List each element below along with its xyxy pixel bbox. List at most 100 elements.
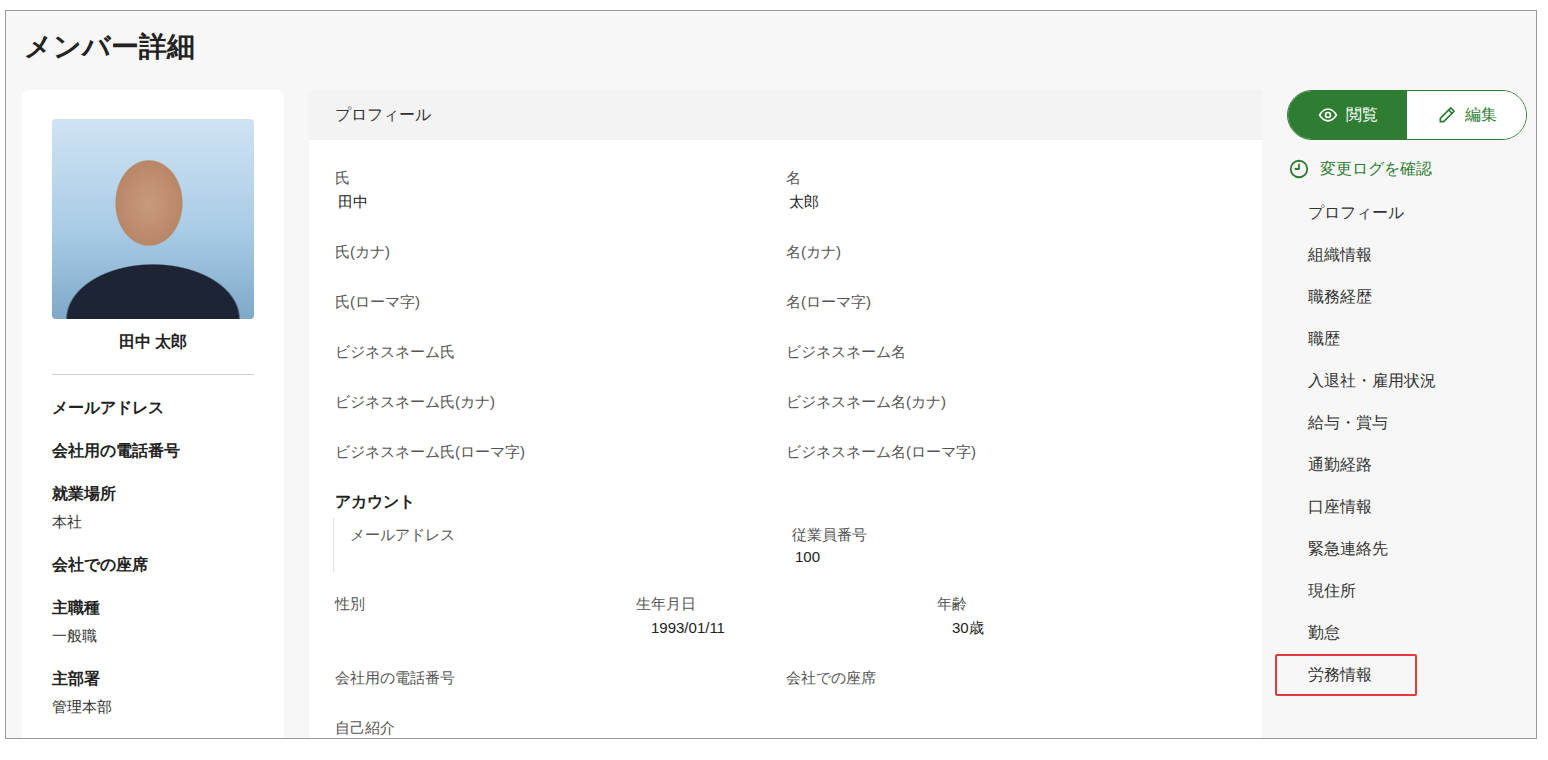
card-field: 就業場所本社 bbox=[52, 483, 254, 533]
card-field: 会社での座席 bbox=[52, 554, 254, 576]
view-edit-toggle: 閲覧 編集 bbox=[1287, 90, 1527, 140]
field-value: 田中 bbox=[335, 190, 786, 214]
field-label: 自己紹介 bbox=[335, 716, 1236, 739]
change-log-link[interactable]: 変更ログを確認 bbox=[1288, 157, 1527, 181]
account-title: アカウント bbox=[335, 490, 1236, 514]
field-label: 氏(ローマ字) bbox=[335, 290, 786, 314]
field-label: メールアドレス bbox=[350, 524, 792, 546]
profile-field: 名太郎 bbox=[786, 166, 1236, 240]
card-field-value: 管理本部 bbox=[52, 696, 254, 718]
profile-row: ビジネスネーム氏ビジネスネーム名 bbox=[335, 340, 1236, 390]
field-label: 従業員番号 bbox=[792, 524, 1236, 546]
field-label: 性別 bbox=[335, 592, 636, 616]
profile-body: 氏田中名太郎氏(カナ)名(カナ)氏(ローマ字)名(ローマ字)ビジネスネーム氏ビジ… bbox=[309, 140, 1262, 739]
profile-field: 氏(カナ) bbox=[335, 240, 786, 290]
field-value: 30歳 bbox=[937, 616, 1236, 640]
card-field: 主部署管理本部 bbox=[52, 668, 254, 718]
member-photo bbox=[52, 119, 254, 319]
profile-row: 氏(ローマ字)名(ローマ字) bbox=[335, 290, 1236, 340]
card-field-label: メールアドレス bbox=[52, 397, 254, 419]
account-box: メールアドレス従業員番号100 bbox=[333, 518, 1236, 572]
profile-field: 自己紹介 bbox=[335, 716, 1236, 739]
profile-field: 氏田中 bbox=[335, 166, 786, 240]
profile-row: 氏田中名太郎 bbox=[335, 166, 1236, 240]
page-title: メンバー詳細 bbox=[6, 11, 1536, 65]
member-name: 田中 太郎 bbox=[52, 331, 254, 353]
nav-item[interactable]: 口座情報 bbox=[1275, 486, 1417, 528]
field-label: ビジネスネーム名 bbox=[786, 340, 1236, 364]
card-field-value: 本社 bbox=[52, 511, 254, 533]
field-label: ビジネスネーム名(ローマ字) bbox=[786, 440, 1236, 464]
field-label: ビジネスネーム氏(カナ) bbox=[335, 390, 786, 414]
card-field-label: 会社での座席 bbox=[52, 554, 254, 576]
profile-header: プロフィール bbox=[309, 90, 1262, 140]
profile-field: ビジネスネーム名(ローマ字) bbox=[786, 440, 1236, 490]
profile-field: ビジネスネーム氏(カナ) bbox=[335, 390, 786, 440]
nav-item[interactable]: 労務情報 bbox=[1275, 654, 1417, 696]
profile-field: 性別 bbox=[335, 592, 636, 666]
card-field: 主職種一般職 bbox=[52, 597, 254, 647]
field-label: 会社用の電話番号 bbox=[335, 666, 786, 690]
profile-field: 従業員番号100 bbox=[792, 524, 1236, 568]
profile-row: 性別生年月日1993/01/11年齢30歳 bbox=[335, 592, 1236, 666]
nav-item[interactable]: 緊急連絡先 bbox=[1275, 528, 1417, 570]
eye-icon bbox=[1318, 105, 1338, 125]
field-label: ビジネスネーム氏(ローマ字) bbox=[335, 440, 786, 464]
member-detail-page: メンバー詳細田中 太郎メールアドレス会社用の電話番号就業場所本社会社での座席主職… bbox=[5, 10, 1537, 739]
toggle-label: 閲覧 bbox=[1346, 105, 1378, 126]
field-label: 名 bbox=[786, 166, 1236, 190]
nav-item[interactable]: 給与・賞与 bbox=[1275, 402, 1417, 444]
section-nav: プロフィール組織情報職務経歴職歴入退社・雇用状況給与・賞与通勤経路口座情報緊急連… bbox=[1287, 192, 1527, 696]
nav-item[interactable]: プロフィール bbox=[1275, 192, 1426, 234]
nav-item[interactable]: 入退社・雇用状況 bbox=[1275, 360, 1458, 402]
nav-item[interactable]: 勤怠 bbox=[1275, 612, 1417, 654]
profile-field: 氏(ローマ字) bbox=[335, 290, 786, 340]
field-label: 氏(カナ) bbox=[335, 240, 786, 264]
profile-field: 年齢30歳 bbox=[937, 592, 1236, 666]
field-label: 名(カナ) bbox=[786, 240, 1236, 264]
divider bbox=[52, 374, 254, 375]
profile-field: ビジネスネーム氏 bbox=[335, 340, 786, 390]
field-label: ビジネスネーム名(カナ) bbox=[786, 390, 1236, 414]
field-value: 太郎 bbox=[786, 190, 1236, 214]
pencil-icon bbox=[1437, 105, 1457, 125]
profile-field: ビジネスネーム氏(ローマ字) bbox=[335, 440, 786, 490]
field-label: 氏 bbox=[335, 166, 786, 190]
card-field: メールアドレス bbox=[52, 397, 254, 419]
profile-field: 会社での座席 bbox=[786, 666, 1236, 716]
card-field: 会社用の電話番号 bbox=[52, 440, 254, 462]
profile-field: ビジネスネーム名(カナ) bbox=[786, 390, 1236, 440]
edit-button[interactable]: 編集 bbox=[1407, 91, 1526, 139]
profile-field: 名(カナ) bbox=[786, 240, 1236, 290]
field-label: ビジネスネーム氏 bbox=[335, 340, 786, 364]
clock-icon bbox=[1288, 158, 1310, 180]
change-log-label: 変更ログを確認 bbox=[1320, 157, 1432, 181]
nav-item[interactable]: 職務経歴 bbox=[1275, 276, 1417, 318]
profile-row: ビジネスネーム氏(ローマ字)ビジネスネーム名(ローマ字) bbox=[335, 440, 1236, 490]
card-field-label: 会社用の電話番号 bbox=[52, 440, 254, 462]
field-value: 100 bbox=[792, 546, 1236, 568]
card-field-label: 就業場所 bbox=[52, 483, 254, 505]
profile-field: 生年月日1993/01/11 bbox=[636, 592, 937, 666]
field-value: 1993/01/11 bbox=[636, 616, 937, 640]
toggle-label: 編集 bbox=[1465, 105, 1497, 126]
profile-field: ビジネスネーム名 bbox=[786, 340, 1236, 390]
profile-field: 会社用の電話番号 bbox=[335, 666, 786, 716]
field-label: 名(ローマ字) bbox=[786, 290, 1236, 314]
nav-item[interactable]: 通勤経路 bbox=[1275, 444, 1417, 486]
nav-item[interactable]: 職歴 bbox=[1275, 318, 1417, 360]
card-field-label: 主部署 bbox=[52, 668, 254, 690]
member-card: 田中 太郎メールアドレス会社用の電話番号就業場所本社会社での座席主職種一般職主部… bbox=[22, 90, 284, 739]
profile-row: 氏(カナ)名(カナ) bbox=[335, 240, 1236, 290]
profile-row: 会社用の電話番号会社での座席 bbox=[335, 666, 1236, 716]
side-column: 閲覧 編集変更ログを確認プロフィール組織情報職務経歴職歴入退社・雇用状況給与・賞与… bbox=[1287, 90, 1527, 739]
field-label: 年齢 bbox=[937, 592, 1236, 616]
profile-row: ビジネスネーム氏(カナ)ビジネスネーム名(カナ) bbox=[335, 390, 1236, 440]
card-field-label: 主職種 bbox=[52, 597, 254, 619]
card-field-value: 一般職 bbox=[52, 625, 254, 647]
nav-item[interactable]: 組織情報 bbox=[1275, 234, 1417, 276]
profile-panel: プロフィール氏田中名太郎氏(カナ)名(カナ)氏(ローマ字)名(ローマ字)ビジネス… bbox=[309, 90, 1262, 739]
view-button[interactable]: 閲覧 bbox=[1288, 91, 1407, 139]
profile-field: 名(ローマ字) bbox=[786, 290, 1236, 340]
nav-item[interactable]: 現住所 bbox=[1275, 570, 1417, 612]
